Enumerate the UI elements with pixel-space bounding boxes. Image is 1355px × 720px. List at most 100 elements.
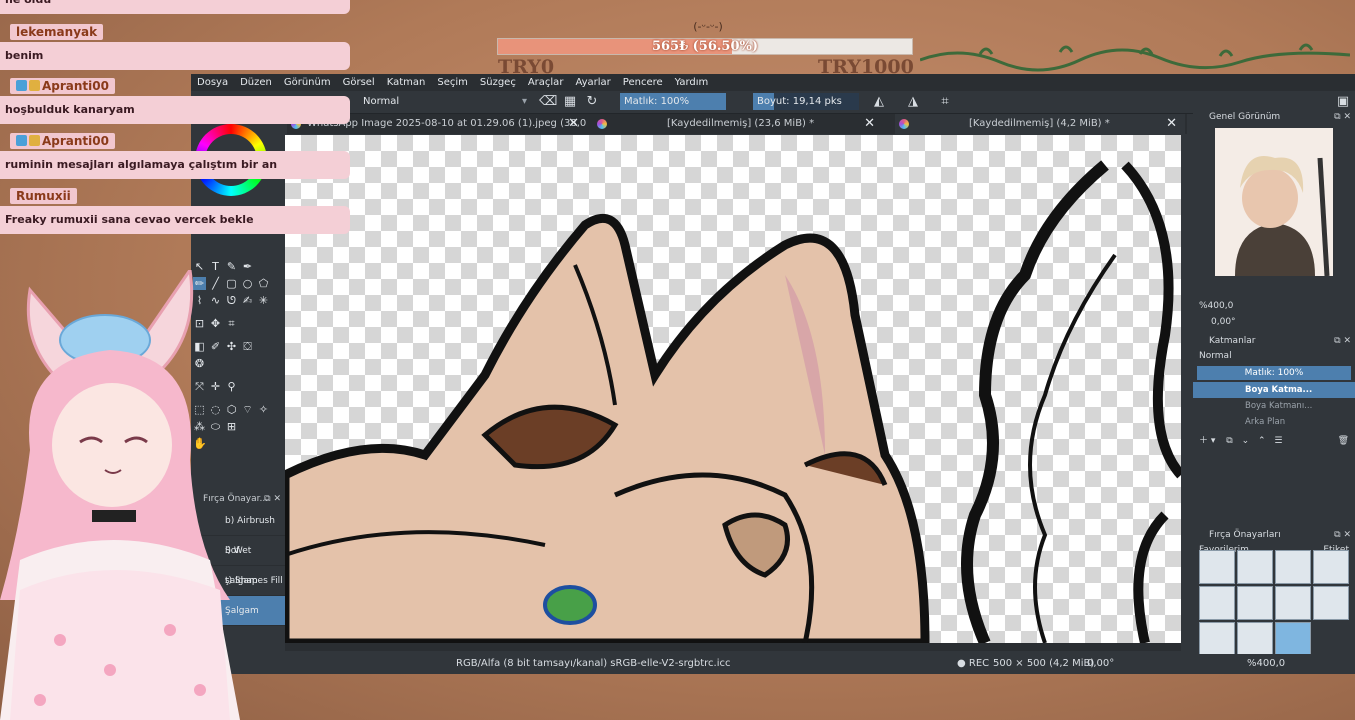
chat-username-text: Apranti00 — [42, 134, 109, 148]
chat-message: ne oldu — [0, 0, 350, 14]
layer-row[interactable]: Arka Plan — [1193, 414, 1355, 430]
menu-araclar[interactable]: Araçlar — [522, 74, 570, 91]
menu-ayarlar[interactable]: Ayarlar — [569, 74, 616, 91]
brush-preset-thumb[interactable] — [1275, 622, 1311, 656]
wrap-icon[interactable]: ⌗ — [936, 93, 954, 111]
brush-preset-thumb[interactable] — [1199, 586, 1235, 620]
layer-row[interactable]: Boya Katma... — [1193, 382, 1355, 398]
overview-zoom[interactable]: %400,0 — [1193, 298, 1355, 314]
add-layer-icon[interactable]: ＋ ▾ — [1199, 436, 1215, 446]
brush-preset-thumb[interactable] — [1237, 586, 1273, 620]
brush-preset-thumb[interactable] — [1199, 622, 1235, 656]
size-label: Boyut: 19,14 pks — [757, 96, 842, 107]
tab-unsaved-2[interactable]: [Kaydedilmemiş] (4,2 MiB) * ✕ — [895, 114, 1185, 134]
mirror-horizontal-icon[interactable]: ◭ — [870, 93, 888, 111]
chevron-down-icon: ▾ — [521, 96, 527, 107]
layer-opacity-slider[interactable]: Matlık: 100% — [1197, 366, 1351, 380]
close-icon[interactable]: ✕ — [568, 114, 579, 134]
chat-username: Apranti00 — [10, 133, 115, 149]
layer-actions: ＋ ▾ ⧉ ⌄ ⌃ ☰ 🗑 — [1193, 430, 1355, 452]
goal-face: (-ᵕ-ᵕ-) — [693, 20, 723, 33]
close-icon[interactable]: ✕ — [864, 114, 875, 134]
mirror-vertical-icon[interactable]: ◮ — [904, 93, 922, 111]
close-icon[interactable]: ⧉ ✕ — [1334, 334, 1351, 348]
krita-doc-icon — [597, 119, 607, 129]
size-slider[interactable]: Boyut: 19,14 pks — [753, 93, 859, 110]
subscriber-badge-icon — [16, 135, 27, 146]
tool-options-bar: Normal ▾ ⌫ ▦ ↻ Matlık: 100% Boyut: 19,14… — [191, 91, 1355, 114]
layers-title-text: Katmanlar — [1209, 336, 1256, 346]
zoom-value: %400,0 — [1199, 301, 1234, 311]
presets-title: Fırça Önayarları ⧉ ✕ — [1193, 528, 1355, 542]
overview-controls: %400,0 0,00° — [1193, 298, 1355, 330]
drawing-canvas[interactable] — [285, 135, 1181, 643]
status-rotation: 0,00° — [1087, 658, 1115, 669]
menu-gorsel[interactable]: Görsel — [337, 74, 381, 91]
menu-suzgec[interactable]: Süzgeç — [474, 74, 522, 91]
menu-katman[interactable]: Katman — [381, 74, 432, 91]
layer-row[interactable]: Boya Katmanı... — [1193, 398, 1355, 414]
krita-doc-icon — [899, 119, 909, 129]
contiguous-select-icon[interactable]: ✧ — [257, 403, 270, 416]
tab-label: [Kaydedilmemiş] (23,6 MiB) * — [667, 118, 815, 129]
polygon-tool-icon[interactable]: ⬠ — [257, 277, 270, 290]
close-icon[interactable]: ⧉ ✕ — [264, 492, 281, 506]
color-profile: RGB/Alfa (8 bit tamsayı/kanal) sRGB-elle… — [456, 658, 731, 669]
overview-thumbnail[interactable] — [1215, 128, 1333, 277]
artwork — [285, 160, 1181, 643]
overview-image — [1215, 128, 1333, 277]
tab-unsaved-1[interactable]: [Kaydedilmemiş] (23,6 MiB) * ✕ — [593, 114, 883, 134]
brush-preset-thumb[interactable] — [1313, 550, 1349, 584]
move-down-icon[interactable]: ⌄ — [1242, 436, 1250, 446]
subscriber-badge-icon — [16, 80, 27, 91]
chat-message: benim — [0, 42, 350, 70]
blend-mode-select[interactable]: Normal ▾ — [347, 93, 533, 110]
brush-preset-thumb[interactable] — [1199, 550, 1235, 584]
layers-title: Katmanlar ⧉ ✕ — [1193, 334, 1355, 348]
brush-preset-thumb[interactable] — [1275, 586, 1311, 620]
brush-preset-thumb[interactable] — [1313, 586, 1349, 620]
multibrush-icon[interactable]: ✳ — [257, 294, 270, 307]
chat-username-text: Apranti00 — [42, 79, 109, 93]
menu-gorunum[interactable]: Görünüm — [278, 74, 337, 91]
tab-label: [Kaydedilmemiş] (4,2 MiB) * — [969, 118, 1110, 129]
chat-message: hoşbulduk kanaryam — [0, 96, 350, 124]
duplicate-layer-icon[interactable]: ⧉ — [1226, 436, 1232, 446]
bits-badge-icon — [29, 135, 40, 146]
eraser-icon[interactable]: ⌫ — [539, 93, 557, 111]
horizontal-scrollbar[interactable] — [285, 643, 1181, 651]
menu-secim[interactable]: Seçim — [431, 74, 474, 91]
layer-blend-select[interactable]: Normal — [1193, 348, 1355, 364]
bits-badge-icon — [29, 80, 40, 91]
brush-preset-thumb[interactable] — [1237, 550, 1273, 584]
overview-rotation[interactable]: 0,00° — [1193, 314, 1355, 330]
close-icon[interactable]: ⧉ ✕ — [1334, 528, 1351, 542]
menu-pencere[interactable]: Pencere — [617, 74, 669, 91]
status-bar: RGB/Alfa (8 bit tamsayı/kanal) sRGB-elle… — [191, 654, 1355, 674]
menu-yardim[interactable]: Yardım — [669, 74, 715, 91]
layer-properties-icon[interactable]: ☰ — [1274, 436, 1282, 446]
brush-preset-thumb[interactable] — [1237, 622, 1273, 656]
goal-current: 565₺ (56.50%) — [651, 39, 759, 54]
presets-title-text: Fırça Önayarları — [1209, 530, 1281, 540]
move-up-icon[interactable]: ⌃ — [1258, 436, 1266, 446]
status-zoom: %400,0 — [1247, 658, 1286, 669]
trash-icon[interactable]: 🗑 — [1338, 430, 1349, 452]
brush-preset-thumb[interactable] — [1275, 550, 1311, 584]
rec-indicator[interactable]: ● REC — [957, 654, 989, 674]
alpha-lock-icon[interactable]: ▦ — [561, 93, 579, 111]
image-dimensions: 500 × 500 (4,2 MiB) — [993, 658, 1095, 669]
opacity-slider[interactable]: Matlık: 100% — [620, 93, 726, 110]
reload-icon[interactable]: ↻ — [583, 93, 601, 111]
close-icon[interactable]: ✕ — [1166, 114, 1177, 134]
menu-duzen[interactable]: Düzen — [234, 74, 278, 91]
chat-username: Rumuxii — [10, 188, 77, 204]
chat-username: lekemanyak — [10, 24, 104, 40]
overview-title-text: Genel Görünüm — [1209, 112, 1281, 122]
close-icon[interactable]: ⧉ ✕ — [1334, 110, 1351, 124]
menu-dosya[interactable]: Dosya — [191, 74, 234, 91]
opacity-label: Matlık: 100% — [624, 96, 690, 107]
document-tabs: WhatsApp Image 2025-08-10 at 01.29.06 (1… — [287, 114, 1187, 149]
chat-username: Apranti00 — [10, 78, 115, 94]
docker-toggle-icon[interactable]: ▣ — [1334, 93, 1352, 111]
